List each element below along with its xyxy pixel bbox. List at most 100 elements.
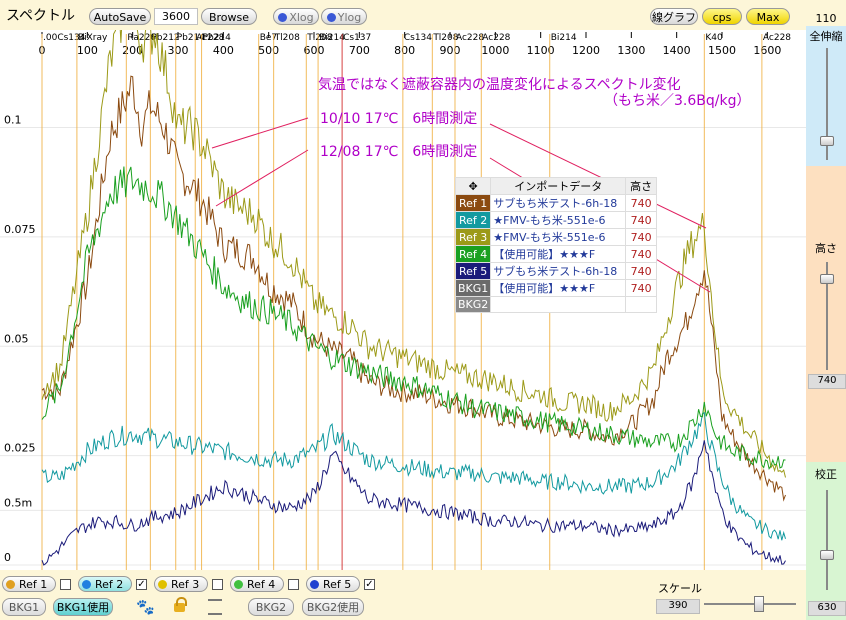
height-label: 高さ [815,242,837,255]
x-tick-label: 500 [258,44,279,57]
legend-row[interactable]: BKG2 [454,296,657,313]
browse-button[interactable]: Browse [201,8,257,25]
move-handle-icon[interactable]: ✥ [454,177,492,195]
legend-row[interactable]: Ref 4 【使用可能】★★★F 740 [454,245,657,263]
series-line [41,411,786,541]
bkg2-button[interactable]: BKG2 [248,598,294,616]
zoom-all-slider[interactable] [820,136,834,146]
x-tick-label: 700 [349,44,370,57]
xlog-indicator-icon [278,13,288,22]
time-field[interactable]: 3600 [154,8,198,25]
x-tick-label: 1100 [527,44,555,57]
height-slider[interactable] [820,274,834,284]
annotation-label-1208: 12/08 17℃ 6時間測定 [320,144,478,160]
right-panel: 110 全伸縮 高さ 740 校正 630 [806,0,846,620]
scale-control: スケール 390 [650,570,806,620]
annotation-subheading: （もち米／3.6Bq/kg） [604,93,751,109]
nuclide-marker-label: Ac228 [763,33,791,43]
height-value: 740 [808,374,846,389]
legend-height: 740 [625,228,657,246]
scale-slider[interactable] [754,596,764,612]
x-tick-label: 1600 [753,44,781,57]
zoom-all-section: 全伸縮 [806,26,846,166]
legend-row[interactable]: BKG1 【使用可能】★★★F 740 [454,279,657,297]
legend-tag[interactable]: Ref 4 [454,245,492,263]
x-tick-label: 900 [440,44,461,57]
legend-height: 740 [625,262,657,280]
height-section: 高さ 740 [806,166,846,462]
legend-row[interactable]: Ref 5 サブもち米テスト-6h-18 740 [454,262,657,280]
legend-name: サブもち米テスト-6h-18 [490,194,627,212]
nuclide-marker-label: Tl208 [274,33,300,43]
y-tick-label: 0.1 [4,114,22,127]
ref-4-button[interactable]: Ref 4 [230,576,284,592]
scale-value: 390 [656,599,700,614]
legend-name [490,296,627,313]
legend-height [625,296,657,313]
ref-2-checkbox[interactable]: ✓ [136,579,147,590]
bkg1-button[interactable]: BKG1 [2,598,46,616]
legend-tag[interactable]: BKG2 [454,296,492,313]
legend-name: 【使用可能】★★★F [490,245,627,263]
x-tick-label: 800 [394,44,415,57]
nuclide-marker-label: BiXray [78,33,108,43]
series-line [41,440,786,566]
legend-tag[interactable]: Ref 3 [454,228,492,246]
legend-tag[interactable]: Ref 2 [454,211,492,229]
nuclide-marker-label: Cs137 [343,33,371,43]
ref-indicator-icon [234,580,243,589]
nuclide-marker-label: Cs134 [404,33,432,43]
legend-height: 740 [625,194,657,212]
legend-tag[interactable]: Ref 1 [454,194,492,212]
ref-5-button[interactable]: Ref 5 [306,576,360,592]
ref-indicator-icon [82,580,91,589]
ref-indicator-icon [310,580,319,589]
ylog-toggle[interactable]: Ylog [321,8,367,25]
xlog-toggle[interactable]: Xlog [273,8,319,25]
x-tick-label: 1300 [617,44,645,57]
top-value: 110 [815,12,837,25]
y-tick-label: 0.05 [4,332,29,345]
legend-header-name: インポートデータ [490,177,627,195]
max-button[interactable]: Max [746,8,790,25]
legend-tag[interactable]: Ref 5 [454,262,492,280]
y-tick-label: 0.025 [4,442,36,455]
window-title: スペクトル [6,8,76,24]
autosave-button[interactable]: AutoSave [89,8,151,25]
nuclide-marker-label: Ac228 [456,33,484,43]
bottom-controls: Ref 1 Ref 2 ✓ Ref 3 Ref 4 Ref 5 ✓ BKG1 BKG1使用 … [0,570,650,620]
ref-2-button[interactable]: Ref 2 [78,576,132,592]
x-tick-label: 1200 [572,44,600,57]
legend-header-height: 高さ [625,177,657,195]
ref-1-checkbox[interactable] [60,579,71,590]
lock-shackle-icon [176,597,187,606]
legend-row[interactable]: Ref 1 サブもち米テスト-6h-18 740 [454,194,657,212]
annotation-pointer [215,149,309,207]
ref-5-checkbox[interactable]: ✓ [364,579,375,590]
bkg1-use-button[interactable]: BKG1使用 [53,598,113,616]
y-tick-label: 0.075 [4,223,36,236]
legend-row[interactable]: Ref 3 ★FMV-もち米-551e-6 740 [454,228,657,246]
calibration-label: 校正 [815,468,837,481]
bkg2-use-button[interactable]: BKG2使用 [302,598,364,616]
y-tick-label: 0 [4,551,11,564]
list-icon[interactable] [208,599,222,615]
cps-button[interactable]: cps [702,8,742,25]
nuclide-marker-label: Bi214 [319,33,345,43]
ref-3-button[interactable]: Ref 3 [154,576,208,592]
x-tick-label: 1500 [708,44,736,57]
legend-name: 【使用可能】★★★F [490,279,627,297]
ref-4-checkbox[interactable] [288,579,299,590]
ref-indicator-icon [6,580,15,589]
legend-tag[interactable]: BKG1 [454,279,492,297]
ref-indicator-icon [158,580,167,589]
line-graph-button[interactable]: 線グラフ [650,8,698,25]
x-tick-label: 400 [213,44,234,57]
series-line [41,166,786,471]
calibration-slider[interactable] [820,550,834,560]
paw-icon[interactable]: 🐾 [136,598,155,616]
ref-3-checkbox[interactable] [212,579,223,590]
ref-1-button[interactable]: Ref 1 [2,576,56,592]
scale-track [704,603,796,605]
legend-row[interactable]: Ref 2 ★FMV-もち米-551e-6 740 [454,211,657,229]
